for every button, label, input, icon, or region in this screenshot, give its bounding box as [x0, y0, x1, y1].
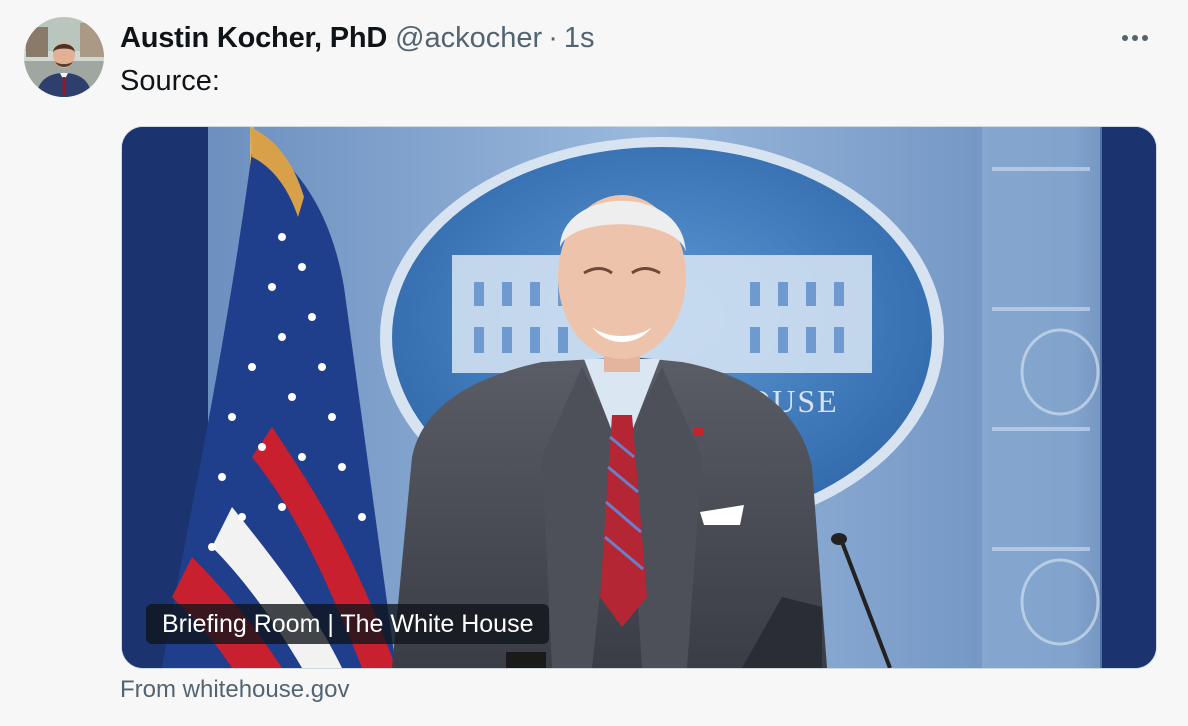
separator-dot: ·	[548, 21, 558, 54]
card-caption: Briefing Room | The White House	[146, 604, 550, 644]
author-avatar[interactable]	[24, 17, 104, 97]
tweet-text: Source:	[120, 65, 220, 97]
tweet[interactable]: Austin Kocher, PhD @ackocher · 1s Source…	[0, 0, 1188, 726]
card-image: HOUSE	[122, 127, 1156, 668]
author-handle[interactable]: @ackocher	[395, 22, 542, 55]
author-display-name[interactable]: Austin Kocher, PhD	[120, 22, 387, 55]
more-options-icon[interactable]	[1115, 26, 1155, 50]
avatar-photo	[24, 17, 104, 97]
card-domain-link[interactable]: From whitehouse.gov	[120, 676, 349, 704]
link-card[interactable]: HOUSE Briefing Room | The White House	[121, 126, 1157, 669]
tweet-header: Austin Kocher, PhD @ackocher · 1s	[120, 18, 595, 58]
more-dot	[1132, 35, 1138, 41]
more-dot	[1122, 35, 1128, 41]
more-dot	[1142, 35, 1148, 41]
tweet-timestamp[interactable]: 1s	[564, 22, 595, 55]
